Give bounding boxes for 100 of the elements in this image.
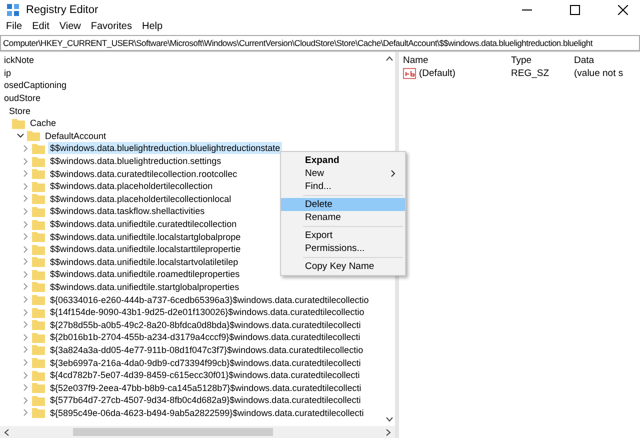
folder-icon <box>27 130 40 142</box>
column-header[interactable]: Type <box>507 55 570 66</box>
chevron-right-icon[interactable] <box>22 296 29 304</box>
chevron-right-icon[interactable] <box>22 384 29 392</box>
tree-item[interactable]: $$windows.data.unifiedtile.curatedtilecollection <box>48 218 239 230</box>
value-data: (value not s <box>573 68 624 79</box>
chevron-right-icon[interactable] <box>22 334 29 341</box>
tree-item[interactable]: ${14f154de-9090-43b1-9d25-d2e01f130026}$windows.data.curatedtilecollectio <box>48 306 366 318</box>
menu-item[interactable]: File <box>2 21 26 32</box>
folder-icon <box>32 306 45 318</box>
chevron-right-icon[interactable] <box>22 409 29 416</box>
tree-item[interactable]: ${52e037f9-2eea-47bb-b8b9-ca145a5128b7}$windows.data.curatedtilecollecti <box>48 382 364 394</box>
context-menu-item[interactable]: Delete <box>281 198 405 211</box>
chevron-right-icon[interactable] <box>22 346 29 354</box>
tree-item[interactable]: $$windows.data.curatedtilecollection.rootcollec <box>48 168 240 180</box>
chevron-right-icon[interactable] <box>22 359 29 366</box>
value-name[interactable]: (Default) <box>419 68 456 79</box>
tree-item[interactable]: $$windows.data.taskflow.shellactivities <box>48 205 207 218</box>
chevron-right-icon[interactable] <box>22 170 29 178</box>
scroll-right-icon[interactable] <box>386 428 391 436</box>
folder-icon <box>32 231 45 242</box>
tree-item[interactable]: Store <box>7 104 33 117</box>
folder-icon <box>32 156 45 167</box>
chevron-right-icon[interactable] <box>22 233 29 240</box>
address-bar[interactable]: Computer\HKEY_CURRENT_USER\Software\Microsoft\Windows\CurrentVersion\CloudStore\Store\Cache\DefaultAccount\$$windows.data.bluelightreduction.bluelight <box>0 35 640 51</box>
tree-item[interactable]: ${3a824a3a-dd05-4e77-911b-08d1f047c3f7}$windows.data.curatedtilecollectio <box>48 344 366 356</box>
folder-icon <box>32 281 45 292</box>
chevron-right-icon[interactable] <box>22 372 29 379</box>
chevron-right-icon[interactable] <box>22 182 29 190</box>
scroll-down-icon[interactable] <box>386 417 392 422</box>
tree-item[interactable]: $$windows.data.placeholdertilecollectionlocal <box>48 192 234 205</box>
value-type: REG_SZ <box>510 68 550 79</box>
tree-item[interactable]: ${577b64d7-27cb-4507-9d34-8fb0c4d682a9}$windows.data.curatedtilecollecti <box>48 394 363 406</box>
tree-item[interactable]: $$windows.data.bluelightreduction.bluelightreductionstate <box>48 142 282 154</box>
folder-icon <box>32 193 45 204</box>
folder-icon <box>32 407 45 418</box>
context-menu-item[interactable]: Copy Key Name <box>281 260 405 273</box>
context-menu-item[interactable]: Expand <box>281 154 405 167</box>
tree-item[interactable]: osedCaptioning <box>2 79 69 92</box>
chevron-right-icon[interactable] <box>22 258 29 266</box>
context-menu-item[interactable]: Find... <box>281 180 405 193</box>
tree-item[interactable]: $$windows.data.unifiedtile.localstartvolatiletilep <box>48 256 240 268</box>
tree-item[interactable]: ickNote <box>2 54 36 66</box>
tree-item[interactable]: $$windows.data.placeholdertilecollection <box>48 180 215 192</box>
folder-icon <box>32 244 45 255</box>
chevron-right-icon[interactable] <box>22 321 29 328</box>
context-menu-item[interactable]: Export <box>281 229 405 242</box>
tree-item[interactable]: ${4cd782b7-5e07-4d39-8459-c615ecc30f01}$windows.data.curatedtilecollecti <box>48 369 362 382</box>
horizontal-scrollbar[interactable] <box>0 426 395 438</box>
chevron-right-icon[interactable] <box>22 270 29 278</box>
close-icon[interactable] <box>618 5 628 15</box>
tree-item[interactable]: $$windows.data.unifiedtile.roamedtileproperties <box>48 268 242 280</box>
tree-item[interactable]: ${27b8d55b-a0b5-49c2-8a20-8bfdca0d8bda}$windows.data.curatedtilecollecti <box>48 318 363 331</box>
chevron-right-icon[interactable] <box>22 283 29 290</box>
context-menu-item[interactable]: Rename <box>281 211 405 224</box>
registry-editor-icon <box>6 3 20 17</box>
chevron-right-icon[interactable] <box>22 158 29 165</box>
tree-item[interactable]: Cache <box>28 117 58 130</box>
chevron-down-icon[interactable] <box>17 132 24 140</box>
chevron-right-icon[interactable] <box>22 195 29 202</box>
folder-icon <box>32 319 45 330</box>
tree-item[interactable]: $$windows.data.unifiedtile.startglobalproperties <box>48 280 242 293</box>
menu-item[interactable]: Favorites <box>86 21 136 32</box>
tree-item[interactable]: ${2b016b1b-2704-455b-a234-d3179a4cccf9}$windows.data.curatedtilecollecti <box>48 331 362 344</box>
folder-icon <box>32 206 45 217</box>
menu-item[interactable]: Help <box>138 21 167 32</box>
chevron-right-icon[interactable] <box>22 220 29 228</box>
folder-icon <box>32 370 45 381</box>
chevron-right-icon[interactable] <box>22 246 29 253</box>
folder-icon <box>32 382 45 394</box>
tree-item[interactable]: $$windows.data.unifiedtile.localstartglobalprope <box>48 230 243 243</box>
tree-item[interactable]: ip <box>2 66 14 79</box>
menu-item[interactable]: View <box>55 21 85 32</box>
folder-icon <box>32 256 45 268</box>
chevron-right-icon[interactable] <box>22 208 29 215</box>
maximize-icon[interactable] <box>570 5 580 15</box>
context-menu-item[interactable]: Permissions... <box>281 242 405 255</box>
tree-item[interactable]: $$windows.data.bluelightreduction.settings <box>48 155 224 168</box>
chevron-right-icon[interactable] <box>22 396 29 404</box>
folder-icon <box>32 180 45 192</box>
string-value-icon <box>403 68 416 79</box>
folder-icon <box>32 168 45 180</box>
chevron-right-icon[interactable] <box>22 144 29 152</box>
tree-item[interactable]: ${3eb6997a-216a-4da0-9db9-cd73394f99cb}$windows.data.curatedtilecollecti <box>48 356 363 369</box>
tree-item[interactable]: oudStore <box>2 92 43 104</box>
scroll-left-icon[interactable] <box>4 428 9 436</box>
tree-item[interactable]: ${06334016-e260-444b-a737-6cedb65396a3}$windows.data.curatedtilecollectio <box>48 294 371 306</box>
tree-item[interactable]: ${5895c49e-06da-4623-b494-9ab5a2822599}$windows.data.curatedtilecollecti <box>48 406 366 419</box>
column-header[interactable]: Name <box>399 55 507 66</box>
folder-icon <box>32 357 45 368</box>
menu-item[interactable]: Edit <box>28 21 54 32</box>
column-header[interactable]: Data <box>570 55 640 66</box>
folder-icon <box>32 344 45 356</box>
tree-item[interactable]: DefaultAccount <box>43 130 108 142</box>
folder-icon <box>32 332 45 343</box>
context-menu-item[interactable]: New <box>281 167 405 180</box>
scroll-up-icon[interactable] <box>386 56 392 61</box>
folder-icon <box>32 294 45 306</box>
tree-item[interactable]: $$windows.data.unifiedtile.localstarttilepropertie <box>48 243 243 256</box>
chevron-right-icon[interactable] <box>22 308 29 316</box>
